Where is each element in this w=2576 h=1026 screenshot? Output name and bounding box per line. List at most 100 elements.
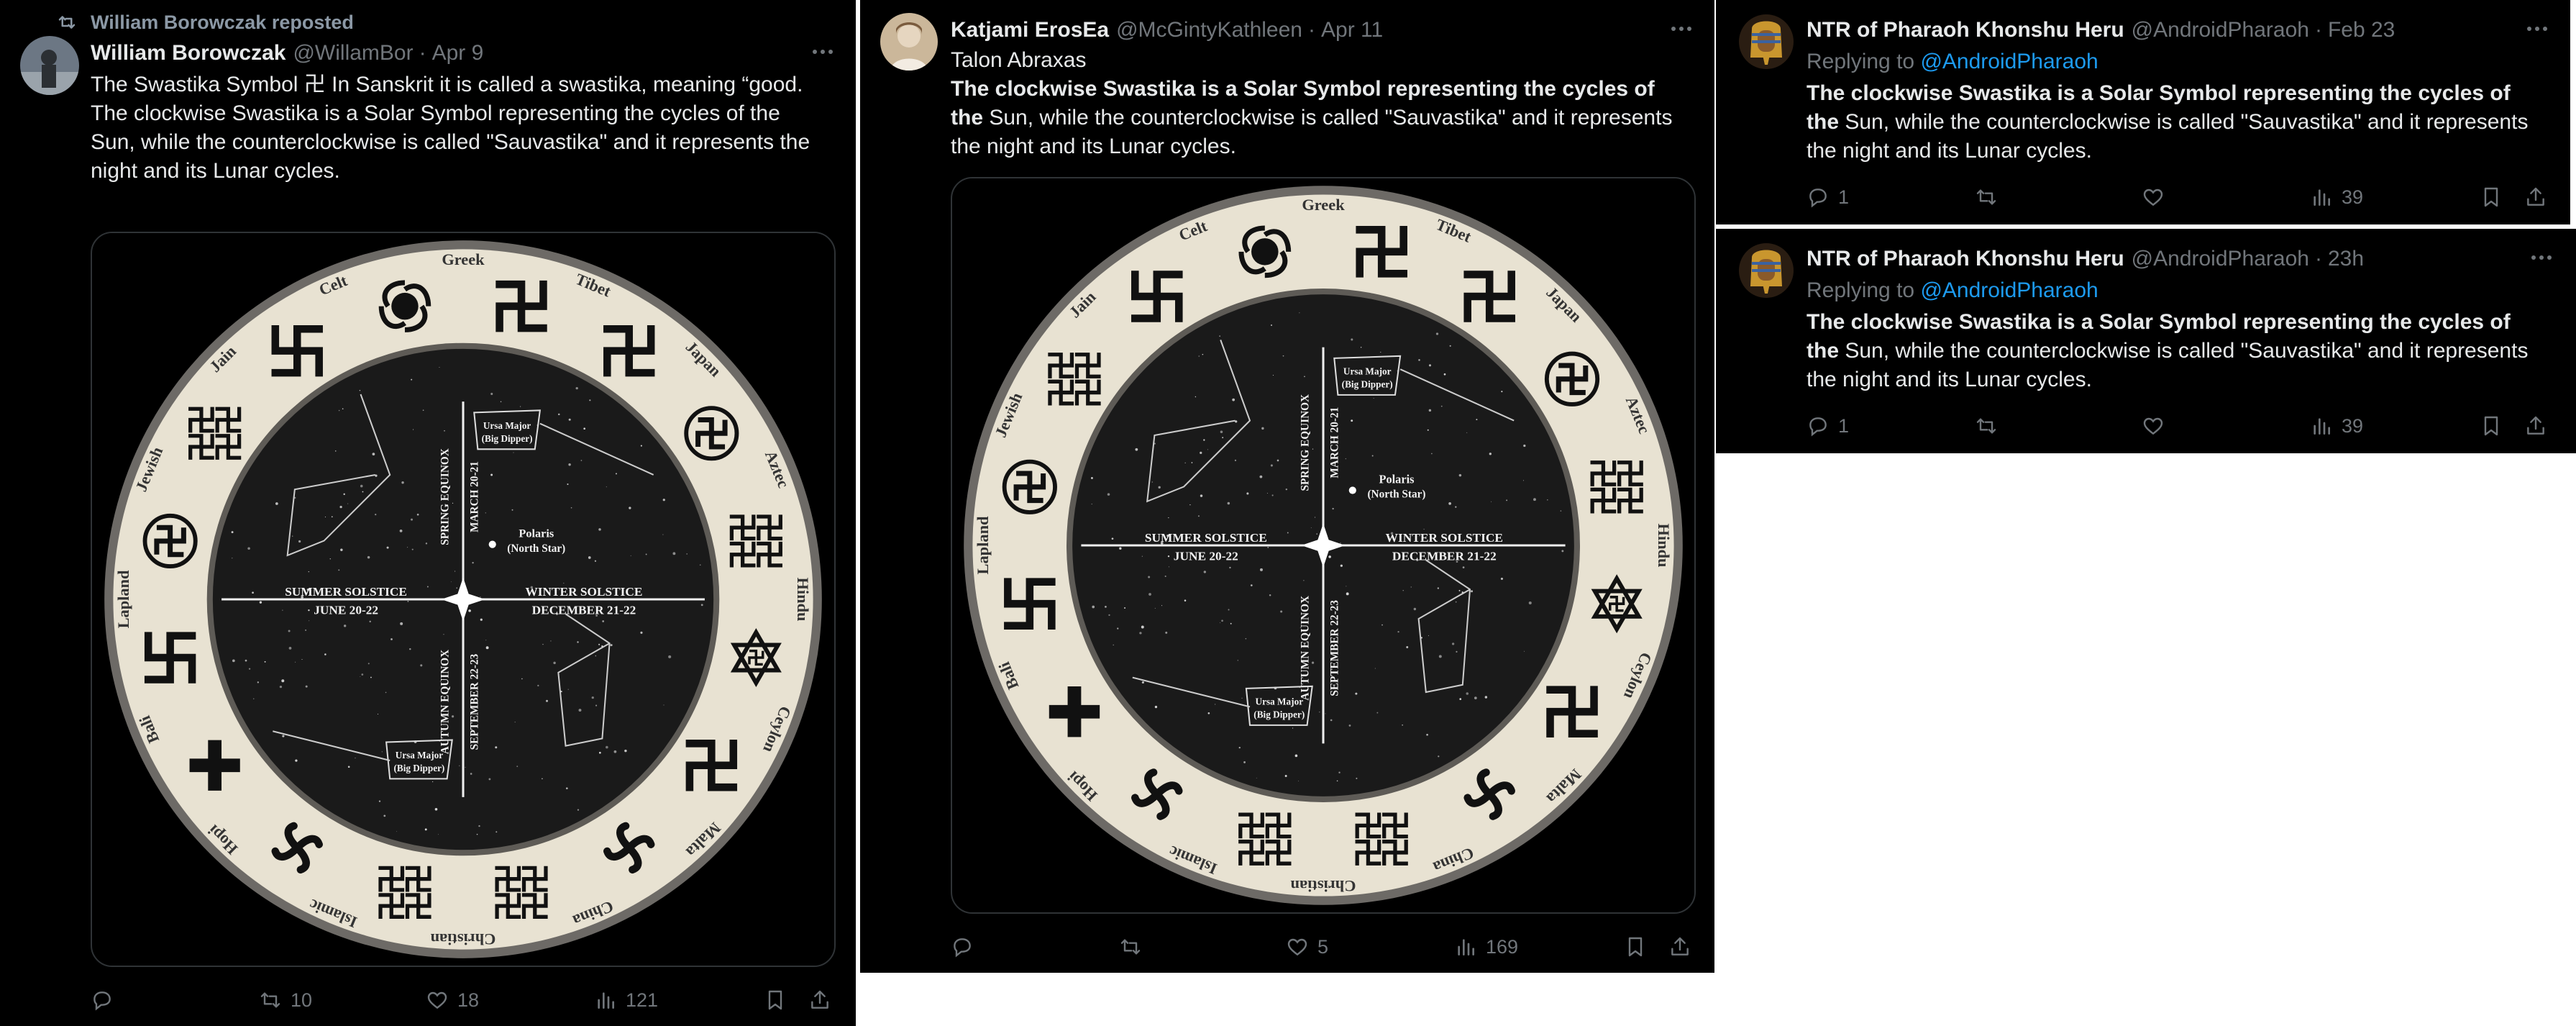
retweet-button[interactable] [1975, 183, 1998, 212]
bookmark-button[interactable] [1624, 932, 1647, 961]
bookmark-button[interactable] [2480, 412, 2503, 440]
bold-text: The clockwise Swastika is a Solar Symbol… [1807, 310, 2511, 334]
separator: · [2314, 18, 2322, 42]
like-button[interactable]: 5 [1286, 932, 1328, 961]
bookmark-button[interactable] [764, 986, 787, 1014]
timestamp[interactable]: 23h [2328, 247, 2364, 271]
ring-label: Greek [442, 250, 485, 268]
author-name[interactable]: William Borowczak [91, 41, 286, 65]
timestamp[interactable]: Feb 23 [2328, 18, 2395, 42]
ring-label: Christian [430, 930, 495, 948]
bookmark-icon [1628, 937, 1643, 957]
replying-prefix: Replying to [1807, 50, 1915, 73]
more-icon[interactable] [808, 43, 837, 60]
chart-label: SUMMER SOLSTICE [285, 585, 407, 599]
tweet-media[interactable]: Greek Tibet Japan Aztec Hindu Ceylon Malta Chin… [951, 177, 1696, 914]
more-icon[interactable] [2527, 249, 2556, 266]
like-button[interactable]: 18 [426, 986, 479, 1014]
views-button[interactable]: 121 [594, 986, 658, 1014]
swastika-chart-image: GreekTibetJapanAztecHinduCeylonMaltaChin… [97, 233, 829, 966]
avatar[interactable] [880, 13, 938, 71]
text-line: The Swastika Symbol 卍 In Sanskrit it is … [91, 73, 803, 96]
ring-label: Hindu [794, 578, 812, 622]
avatar[interactable] [1739, 243, 1794, 298]
tweet-media[interactable]: Greek Tibet Japan Aztec Hindu Ceylon Malta Chin… [91, 232, 836, 967]
tweet-header: Katjami ErosEa @McGintyKathleen · Apr 11 [951, 16, 1383, 45]
tweet-card-4[interactable]: NTR of Pharaoh Khonshu Heru @AndroidPhar… [1716, 229, 2576, 453]
ring-label: Greek [1302, 196, 1345, 214]
avatar[interactable] [20, 36, 79, 95]
reply-button[interactable]: 1 [1807, 183, 1849, 212]
views-button[interactable]: 39 [2310, 412, 2363, 440]
views-button[interactable]: 39 [2310, 183, 2363, 212]
chart-label: (Big Dipper) [482, 433, 533, 444]
chart-label: Ursa Major [1256, 696, 1304, 707]
tweet-card-2[interactable]: Katjami ErosEa @McGintyKathleen · Apr 11… [860, 0, 1714, 973]
chart-label: JUNE 20-22 [1174, 549, 1238, 563]
share-button[interactable] [2524, 183, 2547, 212]
timestamp[interactable]: Apr 9 [432, 41, 484, 65]
repost-icon [58, 16, 76, 29]
retweet-button[interactable] [1119, 932, 1151, 961]
retweet-icon [260, 992, 280, 1008]
retweet-button[interactable] [1975, 412, 1998, 440]
chart-label: SEPTEMBER 22-23 [468, 653, 480, 750]
tweet-card-3[interactable]: NTR of Pharaoh Khonshu Heru @AndroidPhar… [1716, 0, 2570, 224]
tweet-text: The clockwise Swastika is a Solar Symbol… [1807, 79, 2554, 165]
action-bar: 1 39 [1807, 412, 2554, 440]
action-bar: 1 39 [1807, 183, 2554, 212]
chart-label: (Big Dipper) [1342, 379, 1393, 390]
retweet-icon [1976, 189, 1996, 205]
separator: · [2314, 247, 2322, 271]
like-button[interactable] [2142, 412, 2165, 440]
share-button[interactable] [1668, 932, 1691, 961]
timestamp[interactable]: Apr 11 [1321, 18, 1383, 42]
share-button[interactable] [808, 986, 831, 1014]
author-name[interactable]: Katjami ErosEa [951, 18, 1109, 42]
author-handle[interactable]: @McGintyKathleen [1116, 18, 1302, 42]
more-icon[interactable] [2523, 20, 2552, 37]
share-icon [1671, 937, 1689, 955]
reply-icon [93, 991, 111, 1011]
replying-mention[interactable]: @AndroidPharaoh [1920, 278, 2098, 302]
chart-label: SUMMER SOLSTICE [1145, 531, 1267, 545]
more-icon[interactable] [1667, 20, 1696, 37]
chart-label: Ursa Major [396, 750, 444, 761]
like-icon [1287, 938, 1307, 956]
reply-button[interactable] [951, 932, 982, 961]
author-name[interactable]: NTR of Pharaoh Khonshu Heru [1807, 247, 2124, 271]
repost-indicator: William Borowczak reposted [56, 10, 354, 35]
text-line: the night and its Lunar cycles. [1807, 368, 2092, 391]
avatar[interactable] [1739, 14, 1794, 69]
like-icon [2143, 417, 2163, 435]
bold-text: The clockwise Swastika is a Solar Symbol… [1807, 81, 2511, 105]
action-bar: 5 169 [951, 932, 1699, 961]
author-handle[interactable]: @AndroidPharaoh [2132, 18, 2309, 42]
tweet-text: The clockwise Swastika is a Solar Symbol… [1807, 308, 2562, 394]
like-button[interactable] [2142, 183, 2165, 212]
text-line: the night and its Lunar cycles. [951, 135, 1236, 158]
chart-label: (Big Dipper) [1253, 709, 1305, 720]
views-button[interactable]: 169 [1454, 932, 1518, 961]
reply-button[interactable] [91, 986, 122, 1014]
text-line: Sun, while the counterclockwise is calle… [1839, 110, 2529, 134]
author-name[interactable]: NTR of Pharaoh Khonshu Heru [1807, 18, 2124, 42]
text-line: night and its Lunar cycles. [91, 159, 340, 183]
chart-label: WINTER SOLSTICE [1386, 531, 1503, 545]
views-icon [598, 992, 614, 1009]
author-handle[interactable]: @AndroidPharaoh [2132, 247, 2309, 271]
retweet-button[interactable]: 10 [259, 986, 312, 1014]
replying-mention[interactable]: @AndroidPharaoh [1920, 50, 2098, 73]
author-handle[interactable]: @WillamBor [293, 41, 413, 65]
views-icon [2314, 189, 2330, 206]
bookmark-button[interactable] [2480, 183, 2503, 212]
tweet-header: NTR of Pharaoh Khonshu Heru @AndroidPhar… [1807, 245, 2364, 273]
share-button[interactable] [2524, 412, 2547, 440]
swastika-chart-image: GreekTibetJapanAztecHinduCeylonMaltaChin… [956, 178, 1690, 912]
reply-button[interactable]: 1 [1807, 412, 1849, 440]
ring-label: Lapland [974, 516, 992, 575]
tweet-card-1[interactable]: William Borowczak reposted William Borow… [0, 0, 856, 1026]
action-bar: 10 18 121 [91, 986, 839, 1014]
share-icon [811, 990, 828, 1009]
text-line: The clockwise Swastika is a Solar Symbol… [91, 101, 780, 125]
